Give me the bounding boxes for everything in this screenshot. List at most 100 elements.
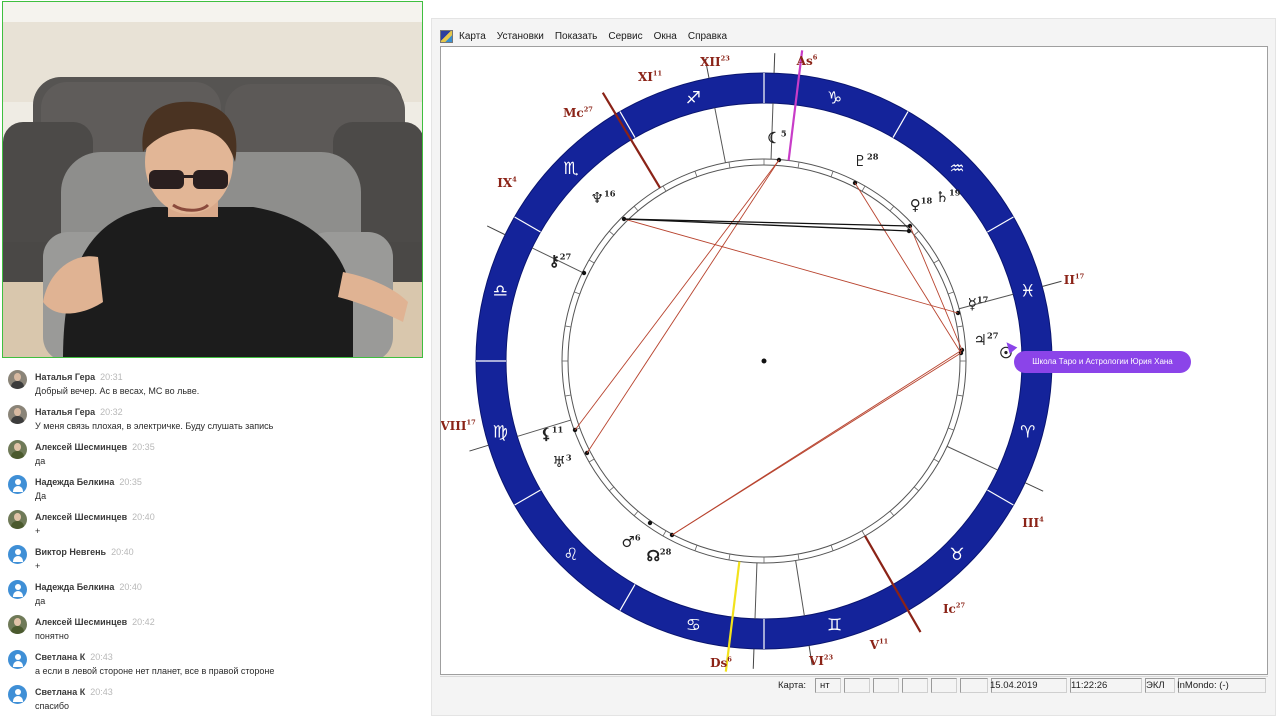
menu-bar: Карта Установки Показать Сервис Окна Спр… — [440, 27, 738, 45]
house-xi: XI11 — [638, 70, 662, 84]
house-vi: VI23 — [808, 654, 834, 668]
scorpio-icon: ♏ — [563, 159, 578, 179]
chat-text: + — [35, 561, 41, 571]
chat-author: Алексей Шесминцев — [35, 617, 128, 627]
chat-message: Надежда Белкина 20:40 да — [0, 576, 425, 611]
house-mc: Mc27 — [563, 106, 593, 120]
neptune-icon-degree: 16 — [604, 188, 616, 198]
house-cusp-extension — [752, 648, 755, 669]
avatar — [8, 650, 27, 669]
menu-item-servis[interactable]: Сервис — [608, 31, 642, 42]
chiron-icon-label: ⚷ — [549, 252, 560, 270]
house-iii-degree: 4 — [1039, 516, 1044, 524]
house-ds-degree: 6 — [727, 656, 732, 664]
house-ii-degree: 17 — [1075, 273, 1085, 281]
mars-icon-degree: 6 — [635, 532, 641, 542]
menu-item-ustanovki[interactable]: Установки — [497, 31, 544, 42]
house-cusp-extension — [486, 225, 506, 236]
house-cusp-extension — [773, 53, 776, 74]
sagittarius-icon: ♐ — [686, 88, 701, 108]
chat-time: 20:40 — [132, 512, 155, 522]
chat-text: + — [35, 526, 41, 536]
status-bar: Карта: нт 15.04.2019 11:22:26 ЭКЛ InMond… — [440, 676, 1268, 693]
jupiter-icon: ♃27 — [974, 330, 999, 349]
chat-author: Виктор Невгень — [35, 547, 107, 557]
status-day: нт — [820, 680, 830, 691]
menu-item-spravka[interactable]: Справка — [688, 31, 727, 42]
house-v: V11 — [869, 638, 889, 652]
menu-item-karta[interactable]: Карта — [459, 31, 486, 42]
north-node-icon-degree: 28 — [660, 546, 672, 556]
house-cusp-line — [946, 445, 999, 471]
jupiter-icon-label: ♃ — [974, 331, 987, 349]
libra-icon: ♎ — [493, 281, 508, 301]
house-ix-degree: 4 — [512, 176, 517, 184]
cancer-icon: ♋ — [686, 616, 701, 636]
house-cusp-line — [714, 107, 726, 163]
chat-author: Надежда Белкина — [35, 582, 115, 592]
house-cusp-extension — [469, 444, 489, 452]
mars-icon-label: ♂ — [621, 533, 634, 551]
neptune-icon: ♆16 — [591, 188, 616, 207]
gemini-icon: ♊ — [827, 616, 842, 636]
house-viii: VIII17 — [441, 419, 476, 433]
mars-icon: ♂6 — [621, 532, 640, 551]
saturn-icon-degree: 19 — [949, 187, 961, 197]
house-ii-label: II — [1064, 273, 1076, 287]
capricorn-icon: ♑ — [827, 88, 842, 108]
house-ix-label: IX — [497, 176, 513, 190]
app-logo-icon[interactable] — [440, 29, 453, 43]
taurus-icon: ♉ — [949, 545, 964, 565]
chat-author: Наталья Гера — [35, 372, 96, 382]
chat-author: Светлана К — [35, 652, 86, 662]
venus-icon-degree: 18 — [921, 195, 933, 205]
avatar — [8, 510, 27, 529]
house-xii-degree: 23 — [721, 55, 731, 63]
chat-time: 20:42 — [132, 617, 155, 627]
chat-text: Добрый вечер. Ас в весах, МС во льве. — [35, 386, 200, 396]
avatar — [8, 545, 27, 564]
house-ic: Ic27 — [943, 602, 966, 616]
chart-center-dot — [761, 358, 767, 364]
aquarius-icon: ♒ — [949, 159, 964, 179]
avatar — [8, 685, 27, 704]
menu-item-pokazat[interactable]: Показать — [555, 31, 598, 42]
house-xi-label: XI — [638, 70, 653, 84]
chat-time: 20:31 — [100, 372, 123, 382]
chat-text: спасибо — [35, 701, 70, 711]
mercury-icon-degree: 17 — [977, 294, 989, 304]
house-as: As6 — [796, 54, 818, 68]
pluto-icon-degree: 28 — [867, 151, 879, 161]
lilith-icon-degree: 11 — [552, 424, 563, 434]
house-viii-label: VIII — [441, 419, 467, 433]
house-vi-label: VI — [808, 654, 824, 668]
mercury-icon-label: ☿ — [968, 295, 977, 313]
tooltip: Школа Таро и Астрологии Юрия Хана — [1014, 351, 1191, 373]
house-as-label: As — [796, 54, 813, 68]
chat-author: Наталья Гера — [35, 407, 96, 417]
chat-panel: Наталья Гера 20:31 Добрый вечер. Ас в вес… — [0, 366, 425, 720]
status-time: 11:22:26 — [1071, 680, 1108, 691]
uranus-icon: ♅3 — [552, 452, 571, 471]
saturn-icon: ♄19 — [936, 187, 961, 206]
house-as-degree: 6 — [813, 54, 818, 62]
house-mc-label: Mc — [563, 106, 584, 120]
chat-text: да — [35, 456, 46, 466]
house-ic-degree: 27 — [956, 602, 966, 610]
house-mc-degree: 27 — [584, 106, 594, 114]
chat-message: Наталья Гера 20:31 Добрый вечер. Ас в вес… — [0, 366, 425, 401]
chiron-icon-degree: 27 — [560, 251, 572, 261]
house-xi-degree: 11 — [653, 70, 662, 78]
menu-item-okna[interactable]: Окна — [654, 31, 677, 42]
chat-text: да — [35, 596, 46, 606]
chat-message: Светлана К 20:43 а если в левой стороне н… — [0, 646, 425, 681]
avatar — [8, 440, 27, 459]
house-vi-degree: 23 — [824, 654, 834, 662]
chat-message: Алексей Шесминцев 20:35 да — [0, 436, 425, 471]
moon-icon: ☾5 — [767, 128, 786, 147]
uranus-icon-label: ♅ — [552, 453, 565, 471]
chat-author: Алексей Шесминцев — [35, 442, 128, 452]
neptune-icon-label: ♆ — [591, 189, 604, 207]
house-v-degree: 11 — [879, 638, 888, 646]
chat-text: Да — [35, 491, 47, 501]
